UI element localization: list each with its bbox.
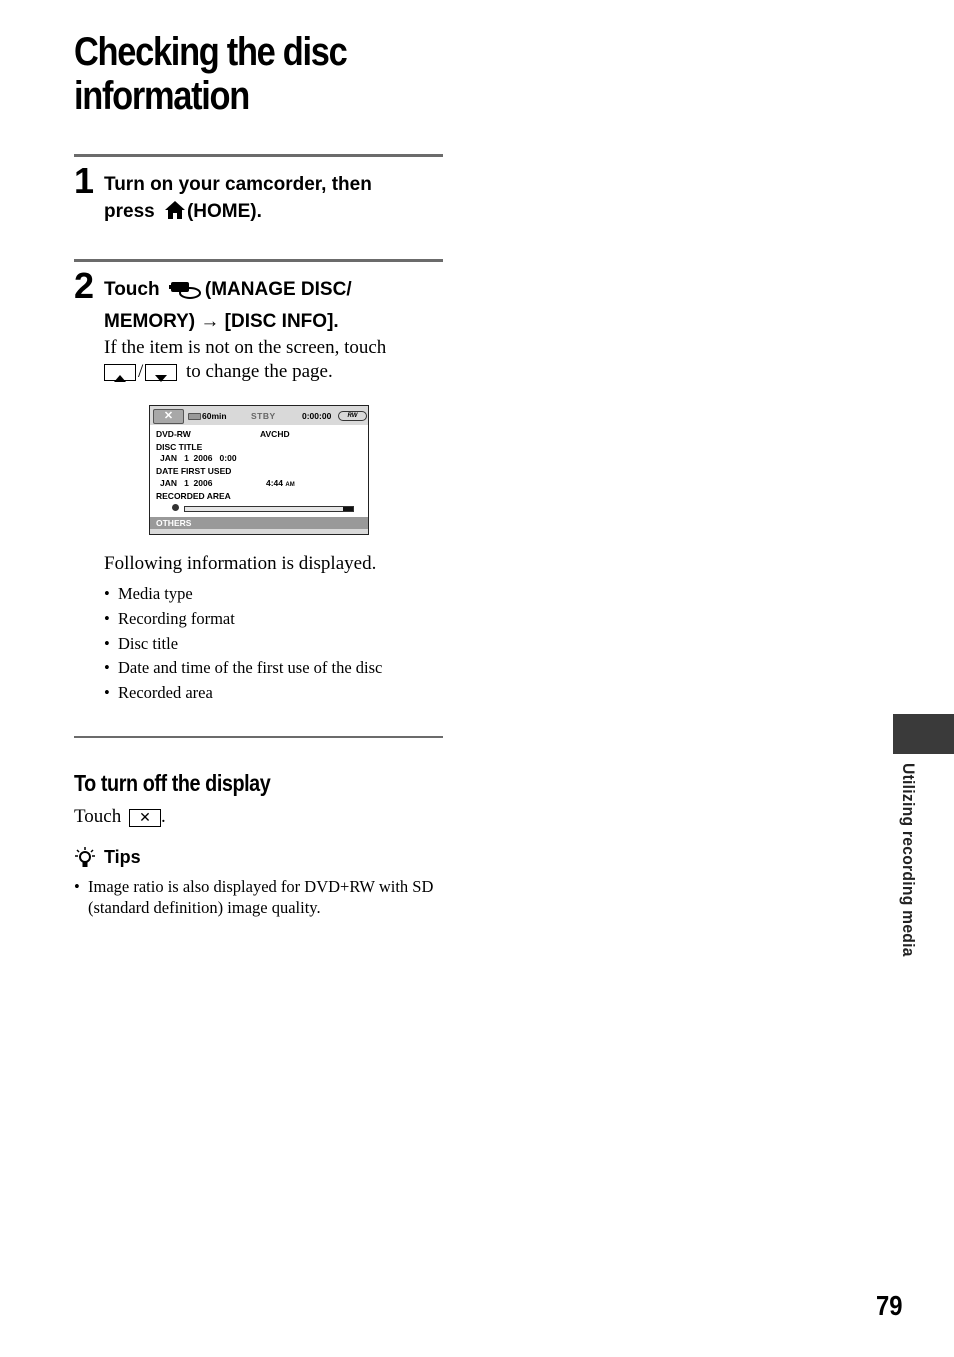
list-item: Recording format: [104, 607, 449, 632]
page-title-line-2: information: [74, 74, 250, 118]
list-item: Media type: [104, 582, 449, 607]
step-2-note-suffix: to change the page.: [186, 361, 333, 382]
lcd-recorded-area-label: RECORDED AREA: [156, 491, 231, 501]
tips-label: Tips: [104, 847, 141, 867]
step-1-number: 1: [74, 160, 95, 201]
step-2-number: 2: [74, 265, 95, 306]
page-number: 79: [876, 1290, 903, 1321]
step-2-manage-label: (MANAGE DISC/: [204, 279, 352, 300]
lcd-others-label: OTHERS: [156, 518, 192, 528]
lcd-time-value: 4:44: [266, 478, 284, 488]
info-intro: Following information is displayed.: [104, 553, 377, 574]
lcd-format: AVCHD: [260, 429, 290, 439]
battery-icon: [188, 413, 201, 420]
down-arrow-icon: [155, 375, 168, 383]
list-item: Date and time of the first use of the di…: [104, 656, 449, 681]
recorded-area-bar-fill: [342, 507, 353, 511]
page-up-button: [104, 364, 136, 383]
page-title: Checking the disc information: [74, 30, 435, 118]
lcd-disc-title-value: JAN 1 2006 0:00: [160, 453, 237, 463]
lcd-bottom-strip: [150, 529, 368, 534]
turn-off-period: .: [160, 806, 166, 827]
tips-list: Image ratio is also displayed for DVD+RW…: [74, 876, 449, 918]
step-2-note: If the item is not on the screen, touch …: [104, 336, 449, 384]
time-counter: 0:00:00: [302, 411, 332, 421]
step-2-note-line-2: / to change the page.: [104, 360, 449, 384]
disc-info-screen-illustration: ✕ 60min STBY 0:00:00 RW DVD-RW AVCHD DIS…: [149, 405, 369, 535]
battery-time: 60min: [202, 411, 227, 421]
up-arrow-icon: [114, 375, 126, 383]
tips-icon: [74, 846, 96, 875]
turn-off-touch-text: Touch: [74, 806, 122, 827]
page-down-button: [145, 364, 178, 383]
step-2-touch-text: Touch: [104, 279, 160, 300]
lcd-disc-title-label: DISC TITLE: [156, 442, 203, 452]
step-1-press-text: press: [104, 201, 155, 222]
turn-off-heading: To turn off the display: [74, 770, 271, 796]
close-button-glyph: ✕: [128, 808, 161, 827]
step-1-divider: [74, 154, 443, 157]
lcd-others-bar: OTHERS: [150, 517, 368, 529]
section-divider: [74, 736, 443, 738]
list-item: Recorded area: [104, 681, 449, 706]
lcd-date-first-used-value: JAN 1 2006: [160, 478, 213, 488]
recorded-area-bar: [184, 506, 354, 512]
disc-type-icon: RW: [338, 411, 367, 421]
list-item: Disc title: [104, 632, 449, 657]
home-icon: [164, 200, 186, 228]
lcd-time-ampm: AM: [285, 482, 295, 488]
lcd-status-bar: ✕ 60min STBY 0:00:00 RW: [150, 406, 368, 425]
step-2-text: Touch (MANAGE DISC/ MEMORY) → [DISC INFO…: [104, 276, 449, 335]
lcd-close-button: ✕: [153, 409, 184, 424]
manage-disc-icon: [168, 278, 203, 308]
disc-icon: [172, 504, 179, 511]
lcd-media-type: DVD-RW: [156, 429, 191, 439]
step-2-line-2: MEMORY) → [DISC INFO].: [104, 311, 339, 332]
step-1-line-2: press (HOME).: [104, 198, 449, 228]
separator: /: [138, 361, 144, 382]
tip-item: Image ratio is also displayed for DVD+RW…: [74, 876, 449, 918]
recording-status: STBY: [251, 411, 276, 421]
lcd-date-first-used-label: DATE FIRST USED: [156, 466, 232, 476]
step-2-note-line-1: If the item is not on the screen, touch: [104, 337, 387, 358]
step-1-text: Turn on your camcorder, then press (HOME…: [104, 171, 449, 228]
step-1-home-label: (HOME).: [186, 201, 262, 222]
info-list: Media type Recording format Disc title D…: [104, 582, 449, 706]
step-2-line-1: Touch (MANAGE DISC/: [104, 276, 449, 308]
step-1-line-1: Turn on your camcorder, then: [104, 174, 372, 195]
lcd-time-first-used: 4:44 AM: [266, 478, 295, 488]
page-title-line-1: Checking the disc: [74, 30, 348, 74]
turn-off-text: Touch ✕.: [74, 805, 166, 829]
chapter-tab-marker: [893, 714, 954, 754]
step-2-divider: [74, 259, 443, 262]
chapter-tab-label: Utilizing recording media: [899, 763, 918, 957]
